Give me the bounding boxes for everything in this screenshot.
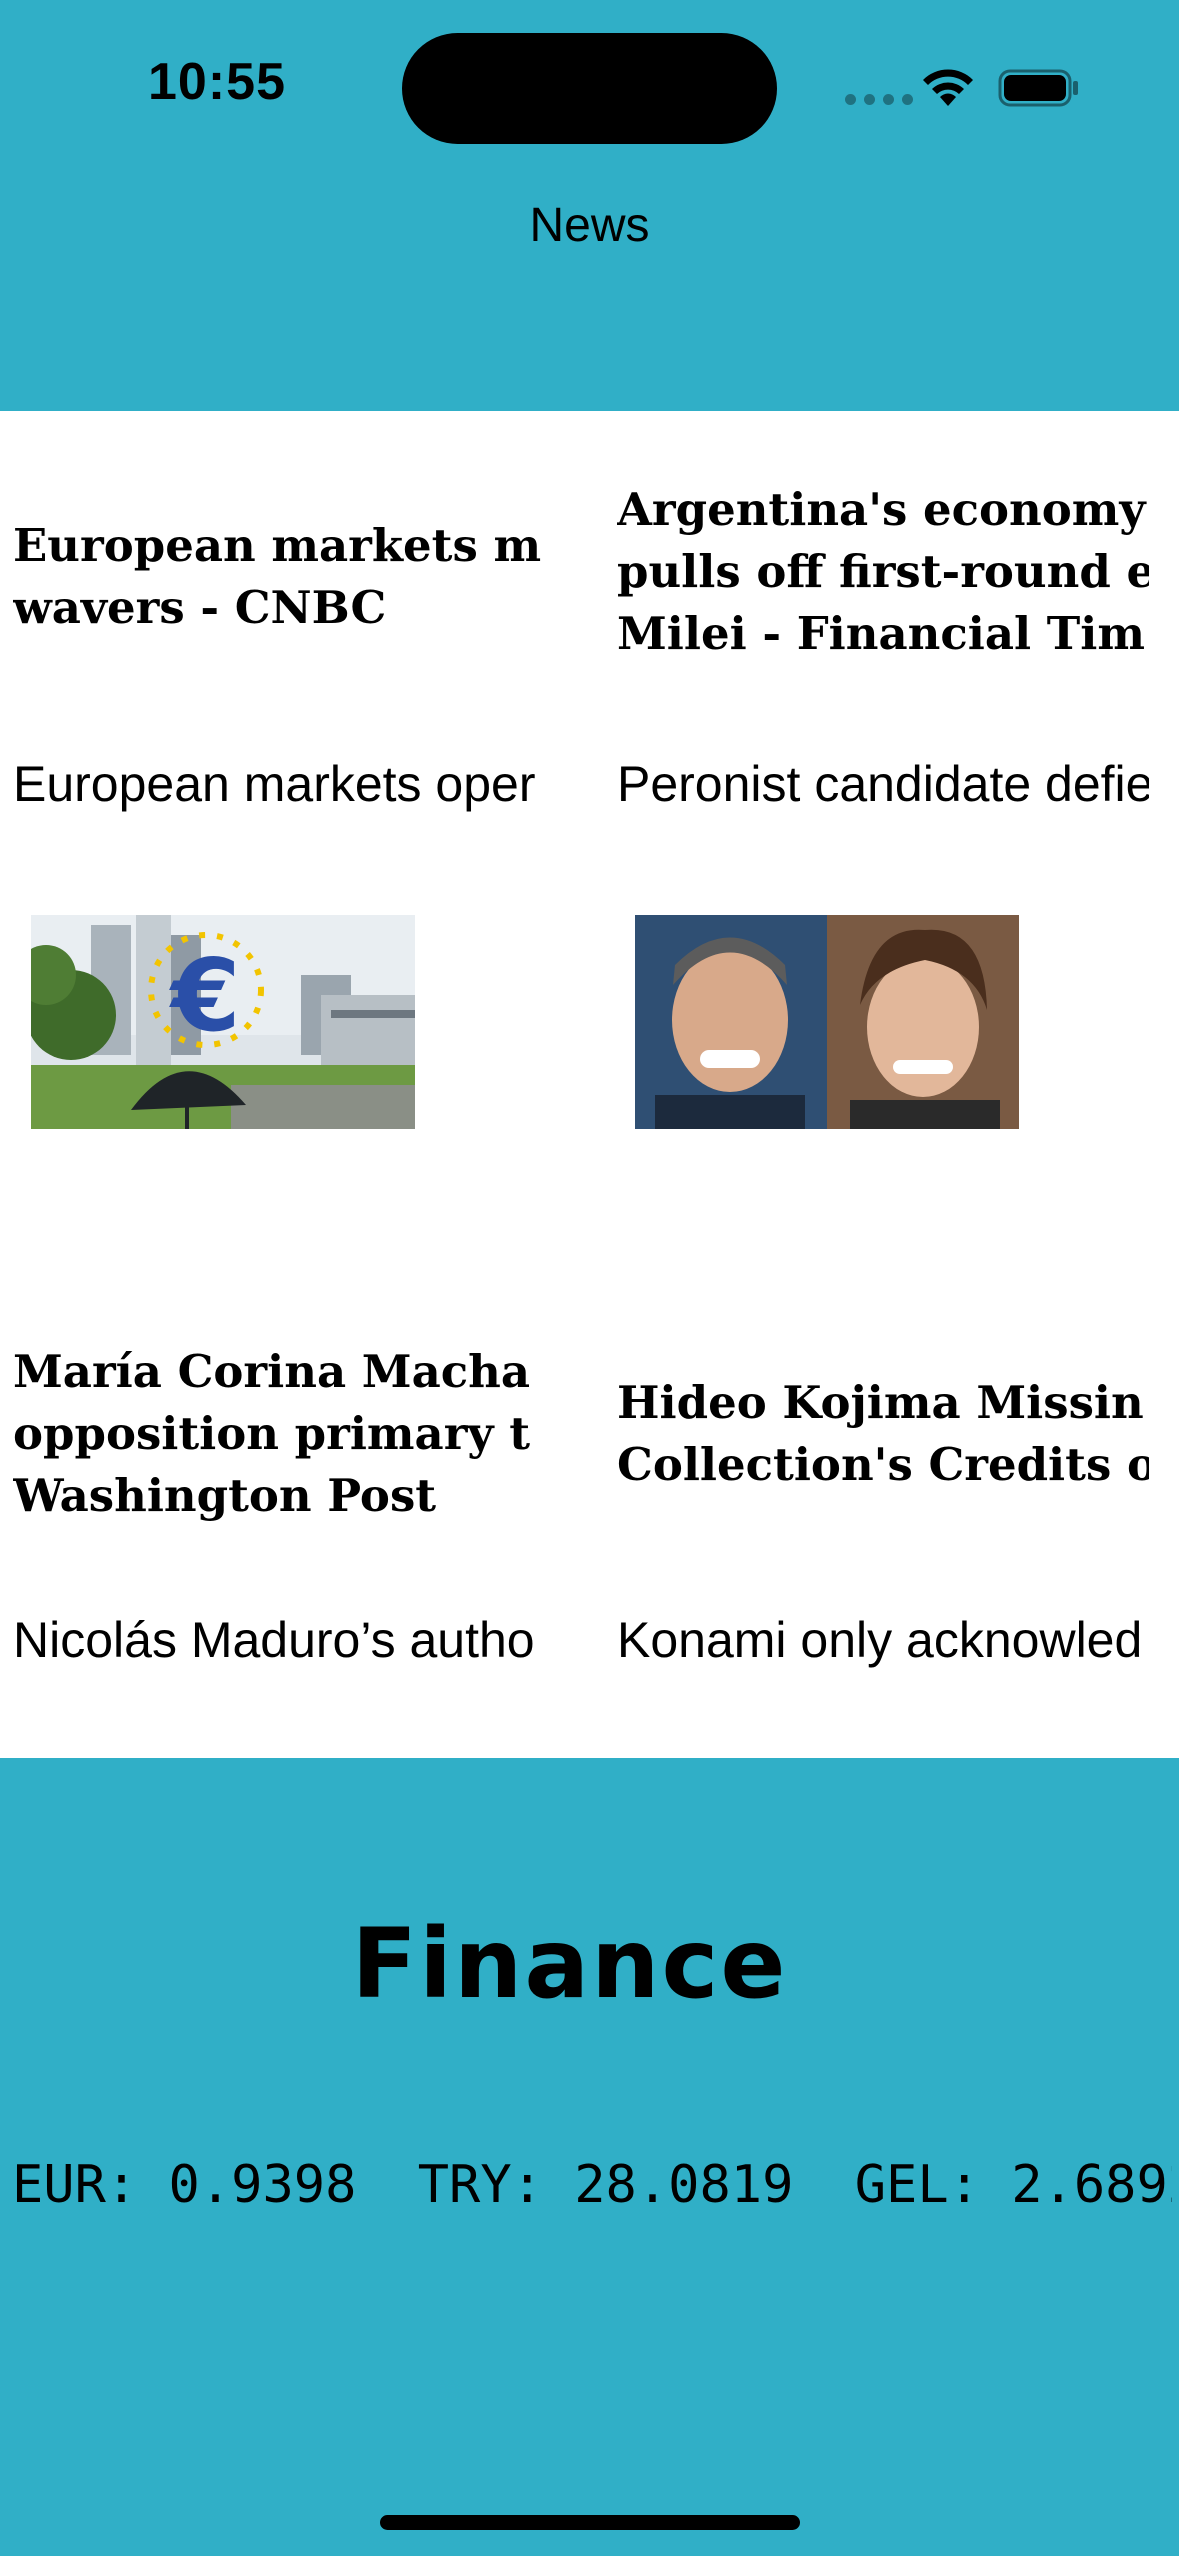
- news-image: €: [31, 915, 415, 1129]
- news-image: [635, 915, 1019, 1129]
- news-description: Konami only acknowled: [617, 1612, 1143, 1668]
- battery-icon: [998, 69, 1078, 107]
- news-title: Argentina's economy pulls off first-roun…: [617, 483, 1149, 660]
- news-title: European markets m wavers - CNBC: [13, 519, 542, 634]
- news-description: Peronist candidate defie: [617, 756, 1149, 812]
- news-list: European markets m wavers - CNBC Europea…: [0, 411, 1179, 1758]
- dynamic-island: [402, 33, 777, 144]
- rate-gel: GEL: 2.6892: [854, 2155, 1172, 2215]
- news-card[interactable]: María Corina Macha opposition primary t …: [13, 1341, 545, 1758]
- svg-text:€: €: [169, 937, 241, 1054]
- news-title: María Corina Macha opposition primary t …: [13, 1345, 531, 1522]
- rate-try: TRY: 28.0819: [417, 2155, 794, 2215]
- cellular-signal-icon: [845, 94, 913, 105]
- news-title: Hideo Kojima Missin Collection's Credits…: [617, 1376, 1149, 1491]
- home-indicator[interactable]: [380, 2515, 800, 2530]
- rate-eur: EUR: 0.9398: [12, 2155, 357, 2215]
- news-card[interactable]: Argentina's economy pulls off first-roun…: [617, 411, 1149, 1371]
- finance-title: Finance: [351, 1908, 788, 2020]
- page-title: News: [529, 199, 650, 252]
- exchange-rates: EUR: 0.9398 TRY: 28.0819 GEL: 2.6892: [12, 2155, 1172, 2215]
- wifi-icon: [923, 69, 973, 106]
- news-card[interactable]: Hideo Kojima Missin Collection's Credits…: [617, 1341, 1149, 1758]
- news-description: Nicolás Maduro’s autho: [13, 1612, 535, 1668]
- news-description: European markets oper: [13, 756, 536, 812]
- news-card[interactable]: European markets m wavers - CNBC Europea…: [13, 411, 545, 1371]
- status-time: 10:55: [148, 53, 286, 111]
